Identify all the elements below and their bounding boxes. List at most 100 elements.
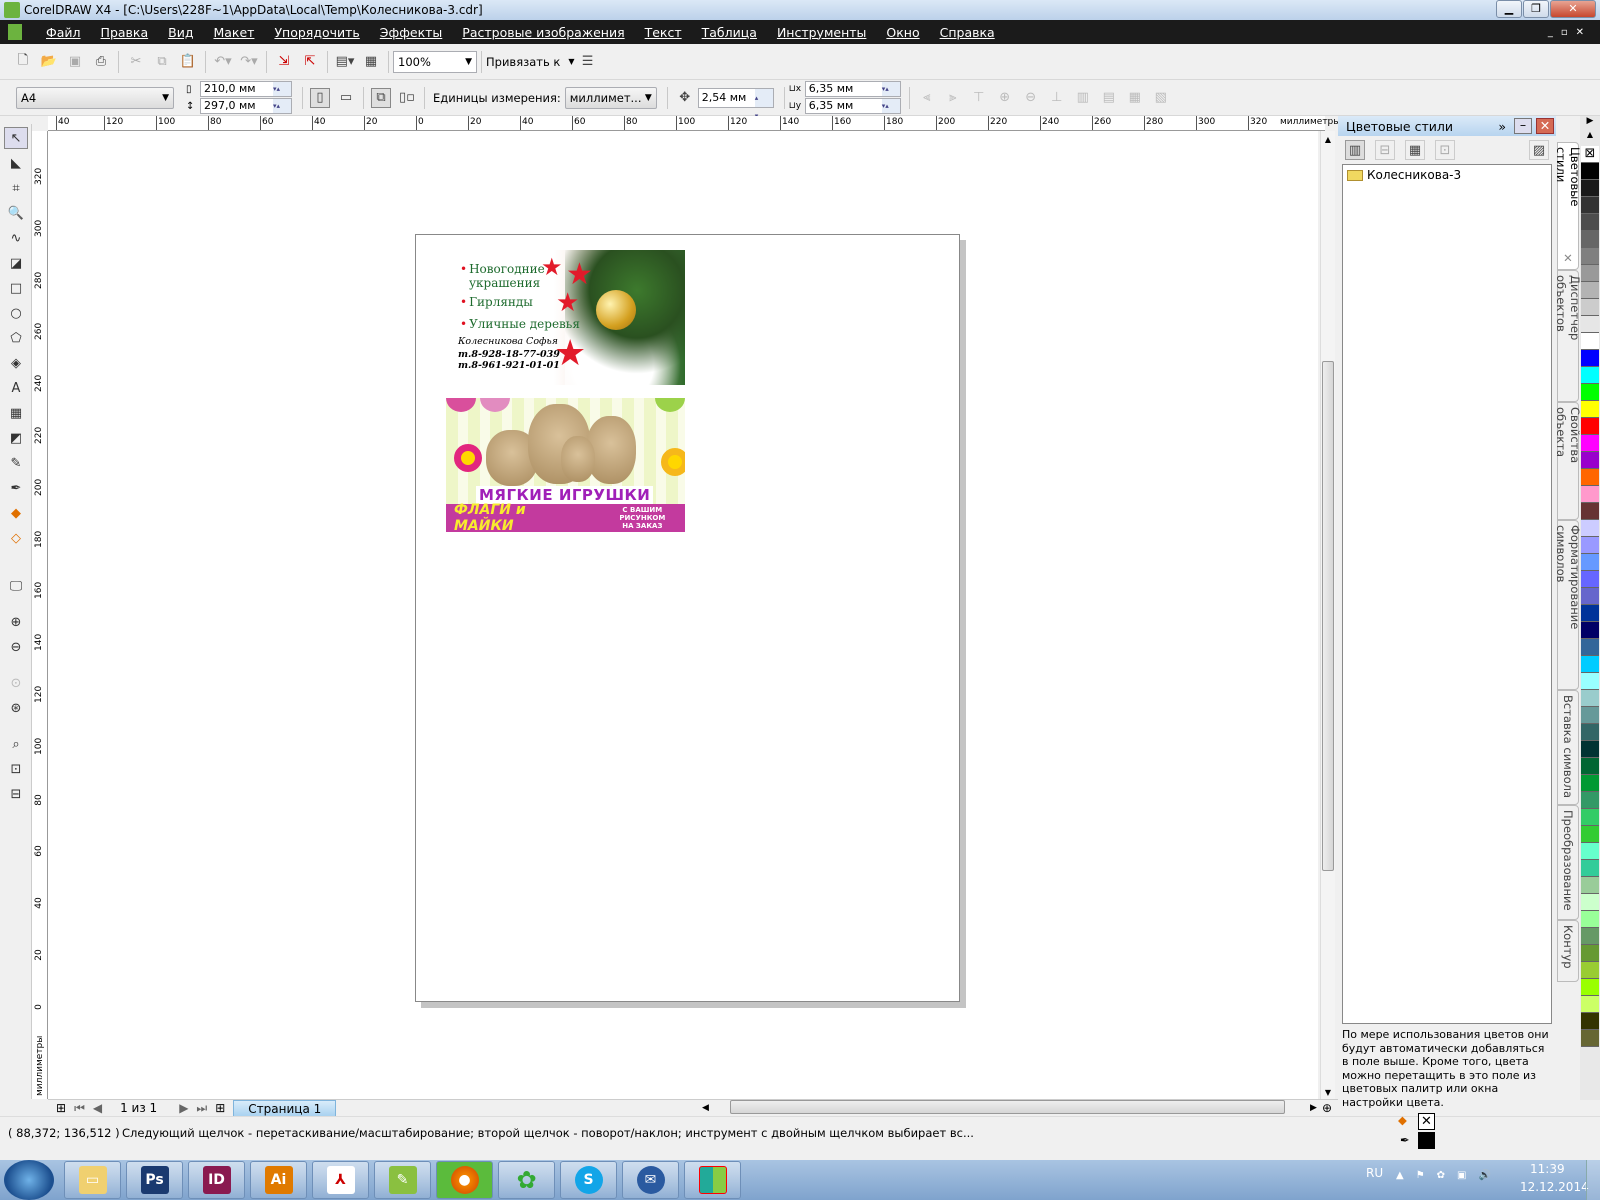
portrait-icon[interactable]: ▯ <box>310 87 330 108</box>
color-swatch[interactable] <box>1581 928 1599 945</box>
new-icon[interactable]: 🗋 <box>13 52 33 72</box>
tab-object-properties[interactable]: Свойства объекта <box>1554 402 1582 520</box>
duplicate-distance-x-input[interactable]: 6,35 мм ▾▴ <box>804 81 901 97</box>
menu-arrange[interactable]: Упорядочить <box>274 25 359 40</box>
menu-file[interactable]: Файл <box>46 25 81 40</box>
color-swatch[interactable] <box>1581 826 1599 843</box>
menu-bitmaps[interactable]: Растровые изображения <box>462 25 624 40</box>
color-swatch[interactable] <box>1581 435 1599 452</box>
taskbar-indesign[interactable]: ID <box>188 1161 245 1199</box>
landscape-icon[interactable]: ▭ <box>336 88 356 108</box>
tab-page-1[interactable]: Страница 1 <box>233 1100 337 1116</box>
align-center-icon[interactable]: ⊕ <box>995 88 1015 108</box>
zoom-page-icon[interactable]: ⌕ <box>4 733 28 755</box>
distribute-v-icon[interactable]: ▦ <box>1125 88 1145 108</box>
color-swatch[interactable] <box>1581 605 1599 622</box>
align-right-icon[interactable]: ⫸ <box>943 88 963 108</box>
basic-shapes-tool-icon[interactable]: ◈ <box>4 352 28 374</box>
tab-outline[interactable]: Контур <box>1557 920 1579 982</box>
color-swatch[interactable] <box>1581 248 1599 265</box>
outline-color-swatch[interactable] <box>1418 1132 1435 1149</box>
color-swatch[interactable] <box>1581 843 1599 860</box>
no-color-swatch[interactable]: ⊠ <box>1581 146 1599 163</box>
horizontal-ruler[interactable]: 40 120 100 80 60 40 20 0 20 40 60 80 100 120 140 160 180… <box>48 116 1340 131</box>
taskbar-thunderbird[interactable]: ✉ <box>622 1161 679 1199</box>
zoom-height-icon[interactable]: ⊟ <box>4 783 28 805</box>
add-page-before-icon[interactable]: ⊞ <box>56 1101 66 1115</box>
taskbar-skype[interactable]: S <box>560 1161 617 1199</box>
menu-help[interactable]: Справка <box>940 25 995 40</box>
nudge-distance-input[interactable]: 2,54 мм▴▾ <box>697 87 774 120</box>
tree-item[interactable]: Колесникова-3 <box>1343 165 1551 185</box>
palette-menu-icon[interactable]: ▶ <box>1580 116 1600 130</box>
color-swatch[interactable] <box>1581 911 1599 928</box>
polygon-tool-icon[interactable]: ⬠ <box>4 327 28 349</box>
add-page-after-icon[interactable]: ⊞ <box>215 1101 225 1115</box>
tab-insert-character[interactable]: Вставка символа <box>1557 690 1579 805</box>
new-child-color-icon[interactable]: ⊟ <box>1375 140 1395 160</box>
horizontal-scrollbar[interactable] <box>730 1100 1285 1114</box>
close-button[interactable]: ✕ <box>1550 0 1596 18</box>
color-swatch[interactable] <box>1581 571 1599 588</box>
color-swatch[interactable] <box>1581 163 1599 180</box>
all-pages-icon[interactable]: ⧉ <box>371 87 391 108</box>
options-checklist-icon[interactable]: ☰ <box>578 52 598 72</box>
new-color-style-icon[interactable]: ▥ <box>1345 140 1365 160</box>
menu-edit[interactable]: Правка <box>101 25 149 40</box>
color-swatch[interactable] <box>1581 265 1599 282</box>
color-swatch[interactable] <box>1581 469 1599 486</box>
color-swatch[interactable] <box>1581 724 1599 741</box>
color-swatch[interactable] <box>1581 945 1599 962</box>
paste-icon[interactable]: 📋 <box>178 52 198 72</box>
business-card-new-year[interactable]: ★ ★ ★ ★ Новогодние украшения Гирлянды Ул… <box>446 250 685 385</box>
menu-view[interactable]: Вид <box>168 25 193 40</box>
color-swatch[interactable] <box>1581 979 1599 996</box>
color-swatch[interactable] <box>1581 537 1599 554</box>
zoom-width-icon[interactable]: ⊡ <box>4 758 28 780</box>
tray-icons[interactable]: ▲⚑✿▣🔊 <box>1396 1170 1503 1181</box>
paper-size-select[interactable]: A4 ▼ <box>16 86 174 109</box>
taskbar-app[interactable] <box>684 1161 741 1199</box>
open-icon[interactable]: 📂 <box>39 52 59 72</box>
import-icon[interactable]: ⇲ <box>274 52 294 72</box>
document-icon[interactable] <box>8 24 22 40</box>
color-swatch[interactable] <box>1581 418 1599 435</box>
zoom-level-select[interactable]: 100% ▼ <box>393 50 477 73</box>
edit-color-icon[interactable]: ▦ <box>1405 140 1425 160</box>
tab-transformation[interactable]: Преобразование <box>1557 805 1579 920</box>
docker-close-button[interactable]: ✕ <box>1536 118 1554 134</box>
color-swatch[interactable] <box>1581 1030 1599 1047</box>
tab-object-manager[interactable]: Диспетчер объектов <box>1554 270 1582 402</box>
cut-icon[interactable]: ✂ <box>126 52 146 72</box>
palette-scroll-up-icon[interactable]: ▲ <box>1580 130 1600 146</box>
color-swatch[interactable] <box>1581 758 1599 775</box>
start-button[interactable] <box>4 1160 54 1200</box>
save-icon[interactable]: ▣ <box>65 52 85 72</box>
rectangle-tool-icon[interactable]: □ <box>4 277 28 299</box>
color-swatch[interactable] <box>1581 673 1599 690</box>
color-swatch[interactable] <box>1581 333 1599 350</box>
color-swatch[interactable] <box>1581 554 1599 571</box>
last-page-icon[interactable]: ⏭ <box>196 1101 207 1116</box>
distribute-spacing-icon[interactable]: ▧ <box>1151 88 1171 108</box>
text-tool-icon[interactable]: A <box>4 377 28 399</box>
color-swatch[interactable] <box>1581 996 1599 1013</box>
taskbar-icq[interactable]: ✿ <box>498 1161 555 1199</box>
menu-layout[interactable]: Макет <box>213 25 254 40</box>
color-swatch[interactable] <box>1581 1013 1599 1030</box>
outline-tool-icon[interactable]: ✒ <box>4 477 28 499</box>
fill-tool-icon[interactable]: ◆ <box>4 502 28 524</box>
mdi-window-controls[interactable]: _▫✕ <box>1548 27 1592 38</box>
pick-tool-icon[interactable]: ↖ <box>4 127 28 149</box>
color-swatch[interactable] <box>1581 384 1599 401</box>
color-swatch[interactable] <box>1581 639 1599 656</box>
zoom-in-icon[interactable]: ⊕ <box>4 611 28 633</box>
menu-window[interactable]: Окно <box>886 25 919 40</box>
color-swatch[interactable] <box>1581 180 1599 197</box>
color-swatch[interactable] <box>1581 214 1599 231</box>
align-left-icon[interactable]: ⫷ <box>917 88 937 108</box>
zoom-all-icon[interactable]: ⊛ <box>4 697 28 719</box>
color-swatch[interactable] <box>1581 503 1599 520</box>
color-swatch[interactable] <box>1581 231 1599 248</box>
business-card-soft-toys[interactable]: МЯГКИЕ ИГРУШКИ ФЛАГИ и МАЙКИ С ВАШИМ РИС… <box>446 398 685 532</box>
